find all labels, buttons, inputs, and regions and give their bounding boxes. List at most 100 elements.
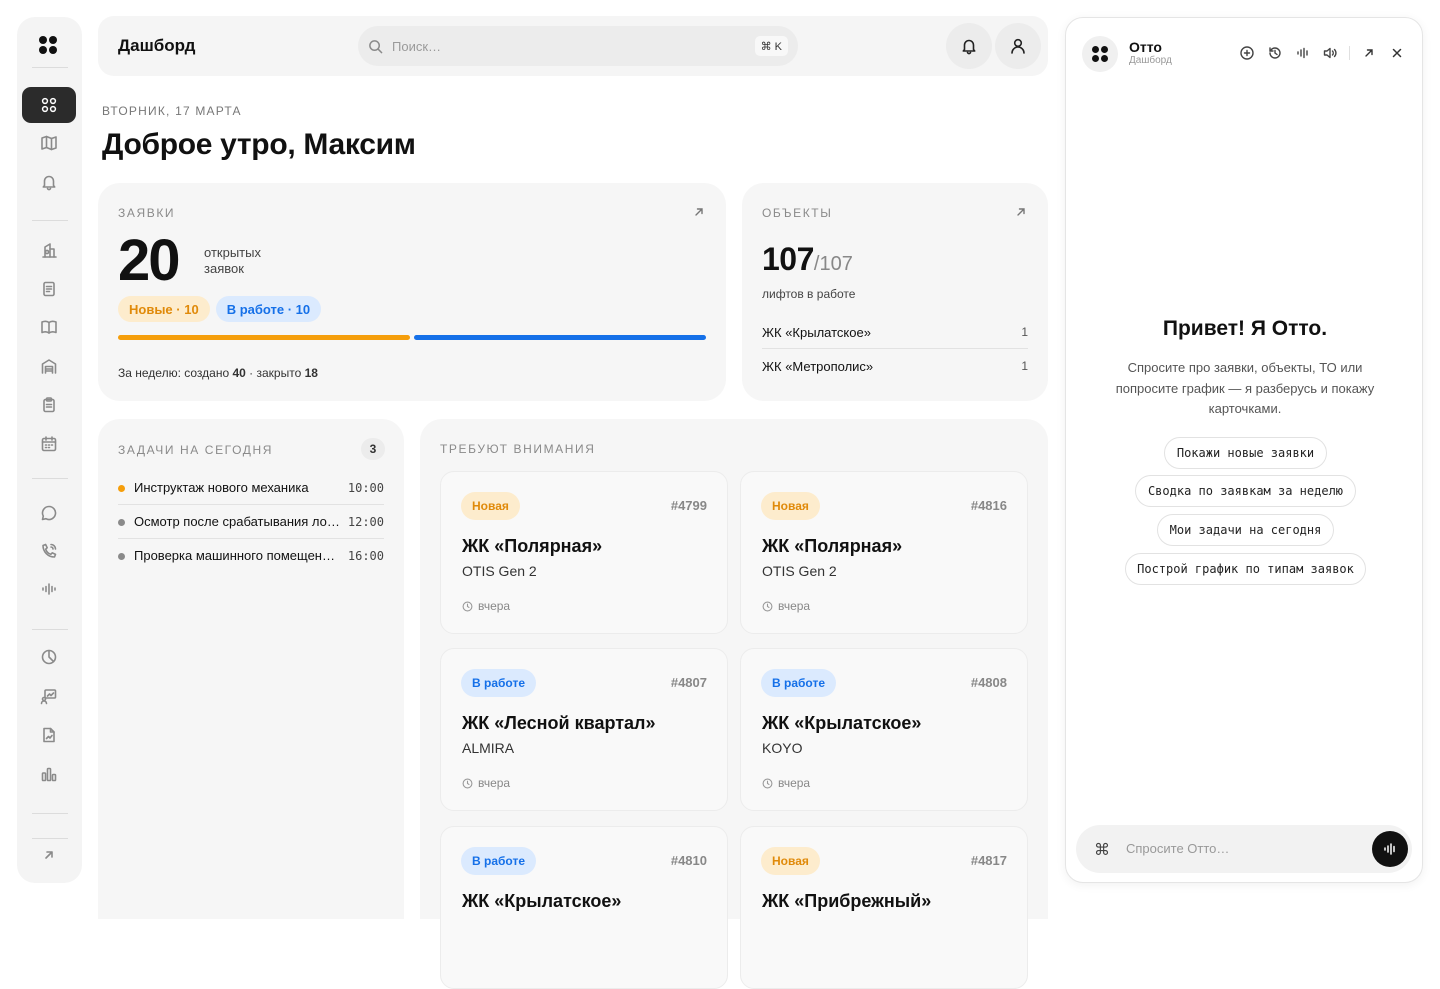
- task-item[interactable]: Осмотр после срабатывания ло… 12:00: [118, 505, 384, 539]
- sidebar-item-chat[interactable]: [22, 495, 76, 531]
- suggestion-chip[interactable]: Построй график по типам заявок: [1125, 553, 1366, 585]
- sidebar-item-map[interactable]: [22, 125, 76, 161]
- objects-working: 107: [762, 241, 814, 277]
- grid-icon: [41, 97, 57, 113]
- requests-progress-bar: [118, 335, 706, 340]
- expand-icon: [45, 851, 53, 859]
- requests-status-pills: Новые · 10 В работе · 10: [118, 296, 322, 322]
- sidebar-item-file-reports[interactable]: [22, 717, 76, 753]
- status-badge: Новая: [761, 847, 820, 875]
- status-badge: В работе: [761, 669, 836, 697]
- sidebar-item-knowledge[interactable]: [22, 309, 76, 345]
- speaker-icon[interactable]: [1322, 45, 1338, 61]
- audio-wave-icon: [1384, 843, 1395, 855]
- sidebar-item-calls[interactable]: [22, 533, 76, 569]
- in-work-requests-pill[interactable]: В работе · 10: [215, 296, 322, 322]
- voice-mode-icon[interactable]: [1295, 45, 1311, 61]
- sidebar-item-checklists[interactable]: [22, 387, 76, 423]
- task-item[interactable]: Инструктаж нового механика 10:00: [118, 471, 384, 505]
- task-time: 10:00: [347, 481, 384, 495]
- request-number: #4799: [670, 498, 707, 513]
- bell-icon: [962, 39, 976, 55]
- pill-count: 10: [295, 301, 311, 317]
- week-created: 40: [232, 366, 246, 380]
- voice-input-button[interactable]: [1372, 831, 1408, 867]
- sidebar-divider: [32, 629, 68, 630]
- bar-chart-icon: [41, 767, 57, 782]
- task-title: Инструктаж нового механика: [134, 480, 309, 495]
- close-icon[interactable]: [1391, 47, 1403, 59]
- audio-wave-icon: [42, 583, 56, 595]
- history-icon[interactable]: [1267, 45, 1283, 61]
- expand-icon[interactable]: [1363, 47, 1375, 59]
- sidebar-item-objects[interactable]: [22, 232, 76, 268]
- suggestion-chip[interactable]: Мои задачи на сегодня: [1157, 514, 1334, 546]
- objects-card[interactable]: ОБЪЕКТЫ 107 /107 лифтов в работе ЖК «Кры…: [742, 183, 1048, 401]
- sidebar-item-documents[interactable]: [22, 271, 76, 307]
- request-model: KOYO: [762, 740, 803, 756]
- sidebar-item-warehouse[interactable]: [22, 348, 76, 384]
- profile-button[interactable]: [995, 23, 1041, 69]
- phone-icon: [42, 543, 57, 558]
- request-card[interactable]: Новая #4816 ЖК «Полярная» OTIS Gen 2 вчера: [740, 471, 1028, 634]
- top-bar: Дашборд Поиск… ⌘ K: [98, 16, 1048, 76]
- assistant-intro: Спросите про заявки, объекты, ТО или поп…: [1096, 358, 1394, 420]
- assistant-greeting: Привет! Я Отто.: [1162, 317, 1328, 340]
- task-item[interactable]: Проверка машинного помещен… 16:00: [118, 539, 384, 573]
- request-number: #4816: [970, 498, 1007, 513]
- assistant-input-bar[interactable]: ⌘ Спросите Отто…: [1076, 825, 1412, 873]
- object-row[interactable]: ЖК «Метрополис» 1: [762, 350, 1028, 383]
- task-status-dot: [118, 553, 125, 560]
- attention-label: ТРЕБУЮТ ВНИМАНИЯ: [440, 442, 596, 456]
- sidebar-item-notifications[interactable]: [22, 164, 76, 200]
- assistant-input[interactable]: Спросите Отто…: [1126, 841, 1229, 856]
- request-card[interactable]: В работе #4807 ЖК «Лесной квартал» ALMIRA вч…: [440, 648, 728, 811]
- status-badge: Новая: [761, 492, 820, 520]
- task-title: Осмотр после срабатывания ло…: [134, 514, 340, 529]
- caption-line: открытых: [204, 245, 261, 260]
- request-object: ЖК «Лесной квартал»: [462, 713, 656, 733]
- pill-label: Новые ·: [129, 301, 181, 317]
- object-row[interactable]: ЖК «Крылатское» 1: [762, 316, 1028, 349]
- open-arrow-icon[interactable]: [693, 206, 705, 218]
- requests-card[interactable]: ЗАЯВКИ 20 открытых заявок Новые · 10 В р…: [98, 183, 726, 401]
- sidebar-item-dashboard[interactable]: [22, 87, 76, 123]
- user-icon: [1011, 38, 1025, 54]
- request-number: #4808: [970, 675, 1007, 690]
- calendar-icon: [41, 436, 57, 452]
- sidebar-item-voice[interactable]: [22, 571, 76, 607]
- request-number: #4810: [670, 853, 707, 868]
- search-shortcut-badge: ⌘ K: [754, 36, 788, 56]
- sidebar-item-analytics[interactable]: [22, 639, 76, 675]
- request-time-text: вчера: [778, 599, 811, 613]
- page-title: Дашборд: [118, 36, 196, 55]
- search-input[interactable]: Поиск…: [392, 39, 441, 54]
- suggestion-chip[interactable]: Сводка по заявкам за неделю: [1135, 475, 1356, 507]
- book-open-icon: [41, 320, 57, 334]
- search-bar[interactable]: Поиск… ⌘ K: [358, 26, 798, 66]
- sidebar-expand-button[interactable]: [22, 837, 76, 873]
- request-card[interactable]: Новая #4817 ЖК «Прибрежный»: [740, 826, 1028, 989]
- request-card[interactable]: В работе #4810 ЖК «Крылатское»: [440, 826, 728, 989]
- request-card[interactable]: Новая #4799 ЖК «Полярная» OTIS Gen 2 вчера: [440, 471, 728, 634]
- app-logo-icon[interactable]: [39, 36, 57, 54]
- request-card[interactable]: В работе #4808 ЖК «Крылатское» KOYO вчера: [740, 648, 1028, 811]
- clock-icon: [762, 778, 773, 788]
- sidebar-divider: [32, 220, 68, 221]
- intro-line: попросите график — я разберусь и покажу: [1115, 380, 1375, 396]
- suggestion-chip[interactable]: Покажи новые заявки: [1164, 437, 1327, 469]
- open-arrow-icon[interactable]: [1015, 206, 1027, 218]
- sidebar-item-calendar[interactable]: [22, 426, 76, 462]
- map-icon: [41, 135, 57, 151]
- sidebar-item-statistics[interactable]: [22, 756, 76, 792]
- new-requests-pill[interactable]: Новые · 10: [118, 296, 210, 322]
- command-icon[interactable]: ⌘: [1094, 840, 1110, 859]
- task-status-dot: [118, 519, 125, 526]
- clock-icon: [762, 601, 773, 611]
- sidebar: [17, 17, 82, 883]
- document-icon: [43, 281, 55, 297]
- sidebar-item-reports[interactable]: [22, 678, 76, 714]
- new-chat-icon[interactable]: [1239, 45, 1255, 61]
- notifications-button[interactable]: [946, 23, 992, 69]
- request-object: ЖК «Полярная»: [762, 536, 903, 556]
